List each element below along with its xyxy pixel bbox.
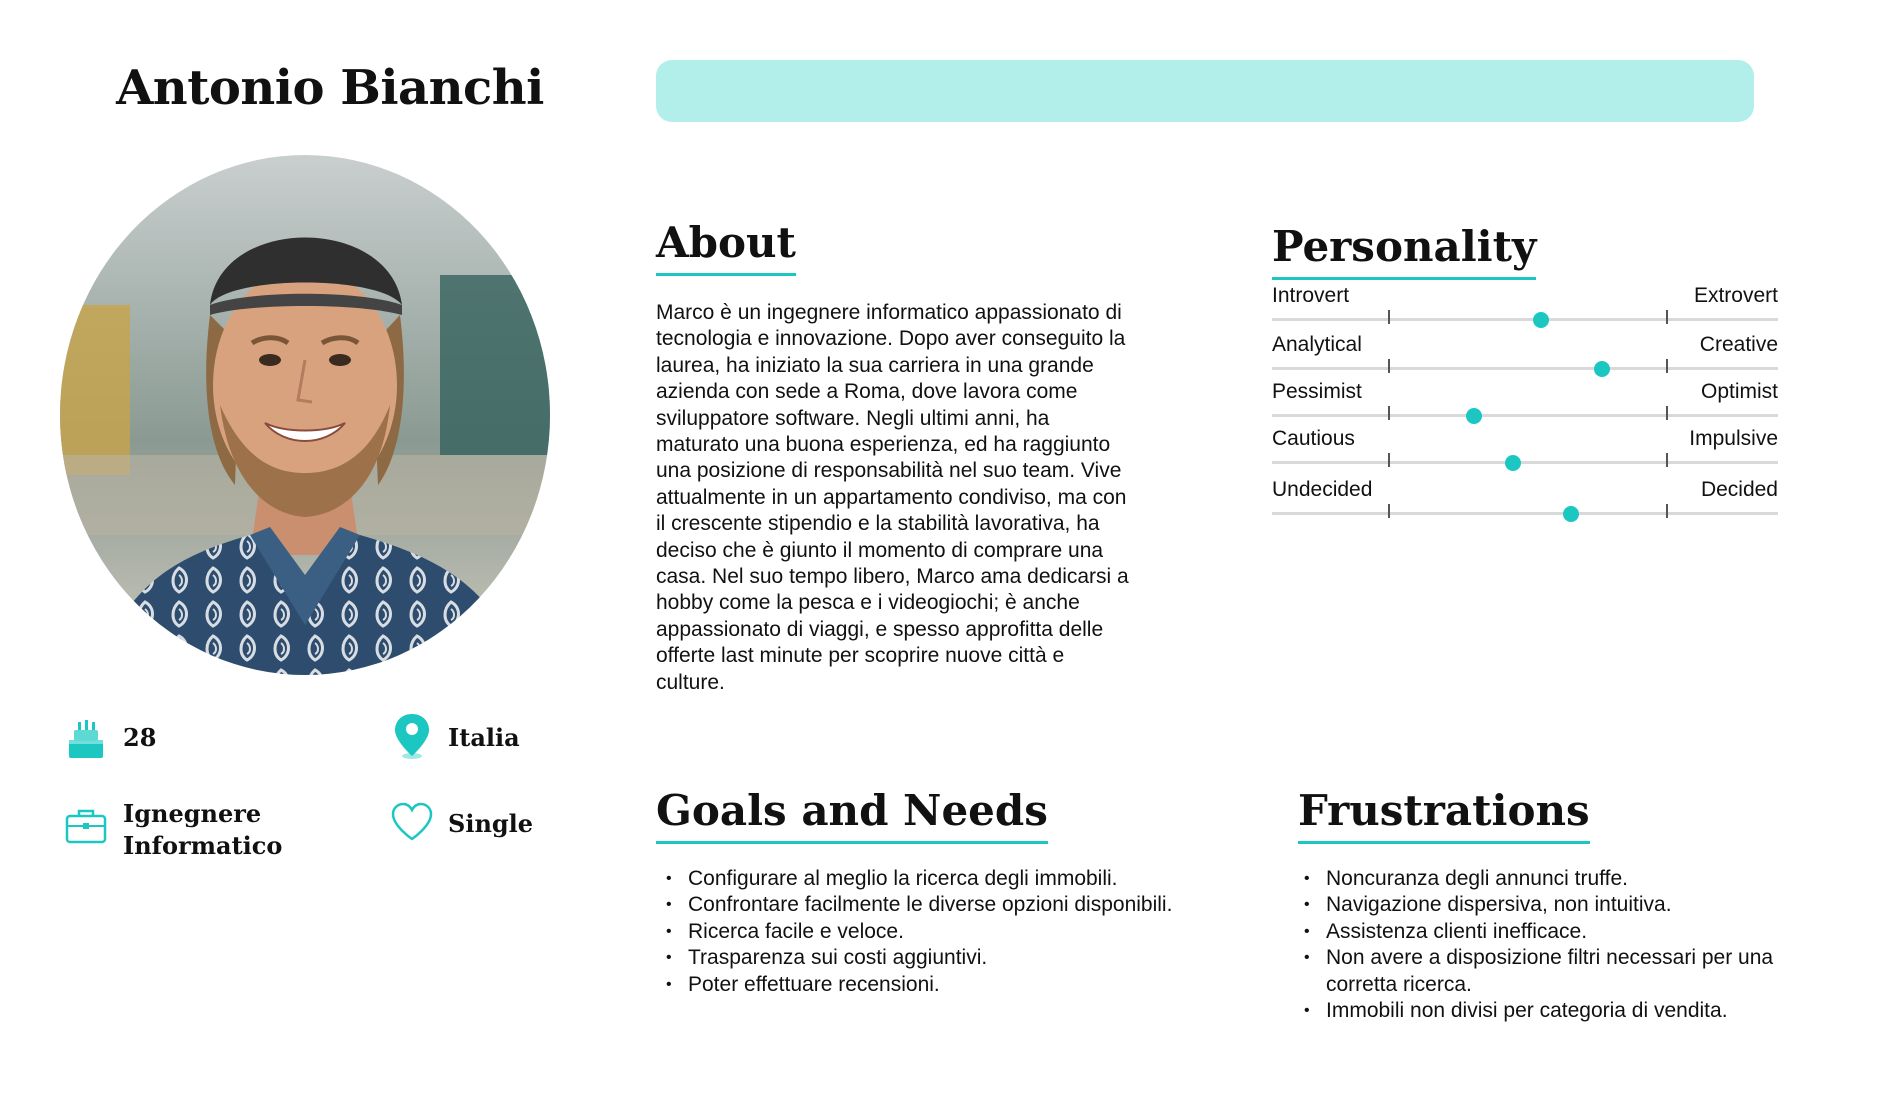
cake-icon: [66, 716, 106, 760]
trait-slider-handle[interactable]: [1466, 408, 1483, 424]
trait-track: [1272, 414, 1778, 417]
list-item: Noncuranza degli annunci truffe.: [1304, 866, 1794, 893]
briefcase-icon: [64, 806, 107, 850]
trait-track: [1272, 318, 1778, 321]
trait-slider-handle[interactable]: [1505, 455, 1522, 471]
map-pin-icon: [392, 712, 432, 759]
list-item: Non avere a disposizione filtri necessar…: [1304, 945, 1794, 998]
trait-row: Undecided Decided: [1272, 478, 1778, 522]
trait-left-label: Cautious: [1272, 427, 1355, 450]
list-item: Trasparenza sui costi aggiuntivi.: [666, 945, 1186, 972]
trait-tick-right: [1666, 504, 1668, 518]
trait-left-label: Analytical: [1272, 333, 1362, 356]
list-item: Ricerca facile e veloce.: [666, 919, 1186, 946]
trait-tick-left: [1388, 310, 1390, 324]
trait-row: Analytical Creative: [1272, 333, 1778, 377]
trait-tick-left: [1388, 504, 1390, 518]
trait-tick-left: [1388, 453, 1390, 467]
trait-row: Cautious Impulsive: [1272, 427, 1778, 471]
trait-right-label: Creative: [1699, 333, 1778, 356]
trait-tick-right: [1666, 406, 1668, 420]
trait-right-label: Extrovert: [1693, 284, 1778, 307]
age-value: 28: [123, 723, 157, 752]
personality-title: Personality: [1272, 222, 1537, 280]
trait-tick-left: [1388, 359, 1390, 373]
about-text: Marco è un ingegnere informatico appassi…: [656, 301, 1129, 694]
list-item: Confrontare facilmente le diverse opzion…: [666, 892, 1186, 919]
trait-slider-handle[interactable]: [1563, 506, 1580, 522]
heart-icon: [390, 802, 433, 846]
goals-list: Configurare al meglio la ricerca degli i…: [666, 866, 1186, 998]
trait-slider-handle[interactable]: [1532, 312, 1549, 328]
trait-tick-right: [1666, 359, 1668, 373]
persona-photo: [60, 155, 550, 675]
trait-track: [1272, 461, 1778, 464]
trait-right-label: Impulsive: [1689, 427, 1778, 450]
trait-slider-handle[interactable]: [1594, 361, 1611, 377]
trait-tick-right: [1666, 310, 1668, 324]
list-item: Assistenza clienti inefficace.: [1304, 919, 1794, 946]
trait-right-label: Decided: [1700, 478, 1778, 501]
trait-track: [1272, 367, 1778, 370]
frustrations-title: Frustrations: [1298, 786, 1590, 844]
list-item: Navigazione dispersiva, non intuitiva.: [1304, 892, 1794, 919]
trait-row: Pessimist Optimist: [1272, 380, 1778, 424]
trait-left-label: Undecided: [1272, 478, 1373, 501]
goals-title: Goals and Needs: [656, 786, 1048, 844]
trait-right-label: Optimist: [1700, 380, 1778, 403]
trait-tick-right: [1666, 453, 1668, 467]
list-item: Poter effettuare recensioni.: [666, 972, 1186, 999]
trait-left-label: Introvert: [1272, 284, 1350, 307]
status-value: Single: [448, 809, 534, 838]
header-banner: [656, 60, 1754, 122]
frustrations-list: Noncuranza degli annunci truffe. Navigaz…: [1304, 866, 1794, 1025]
persona-name: Antonio Bianchi: [116, 60, 544, 116]
job-value: Ignegnere Informatico: [123, 799, 283, 860]
about-title: About: [656, 218, 796, 276]
country-value: Italia: [448, 723, 520, 752]
trait-tick-left: [1388, 406, 1390, 420]
trait-left-label: Pessimist: [1272, 380, 1362, 403]
list-item: Configurare al meglio la ricerca degli i…: [666, 866, 1186, 893]
trait-row: Introvert Extrovert: [1272, 284, 1778, 328]
list-item: Immobili non divisi per categoria di ven…: [1304, 998, 1794, 1025]
trait-track: [1272, 512, 1778, 515]
